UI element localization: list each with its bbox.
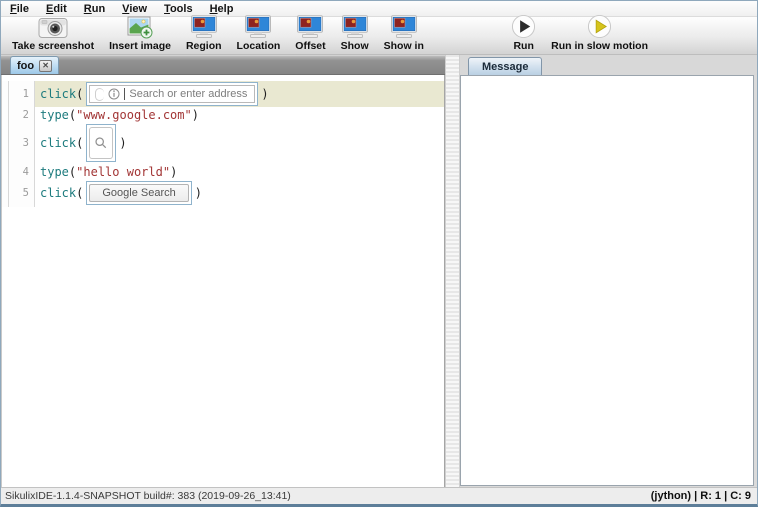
token-paren: ) bbox=[194, 186, 202, 200]
run-slow-icon bbox=[587, 14, 612, 39]
toolbar-button-label: Insert image bbox=[109, 40, 171, 52]
code-editor[interactable]: 1 click(Search or enter address) 2 type(… bbox=[1, 75, 445, 487]
gutter-strip bbox=[2, 81, 9, 107]
token-string: "hello world" bbox=[76, 164, 171, 179]
token-function: type bbox=[40, 107, 69, 122]
token-paren: ( bbox=[76, 87, 84, 101]
toolbar-button-offset[interactable]: Offset bbox=[290, 14, 330, 52]
line-number: 3 bbox=[9, 122, 35, 164]
status-position-text: (jython) | R: 1 | C: 9 bbox=[650, 490, 751, 502]
sikulix-ide-window: File Edit Run View Tools Help Take scree… bbox=[0, 0, 758, 507]
monitor-region-icon bbox=[390, 14, 418, 39]
toolbar-button-run-slow-motion[interactable]: Run in slow motion bbox=[546, 14, 653, 52]
status-version-text: SikulixIDE-1.1.4-SNAPSHOT build#: 383 (2… bbox=[5, 490, 291, 502]
message-output-area[interactable] bbox=[460, 75, 754, 486]
code-line-1: 1 click( Search or enter address) bbox=[2, 81, 444, 107]
gutter-strip bbox=[2, 107, 9, 122]
toolbar-button-show[interactable]: Show bbox=[336, 14, 374, 52]
token-function: type bbox=[40, 164, 69, 179]
token-string: "www.google.com" bbox=[76, 107, 192, 122]
run-icon bbox=[511, 14, 536, 39]
toolbar-button-label: Run bbox=[513, 40, 534, 52]
line-number: 4 bbox=[9, 164, 35, 179]
token-paren: ( bbox=[68, 164, 77, 179]
toolbar-button-region[interactable]: Region bbox=[181, 14, 227, 52]
token-paren: ) bbox=[261, 87, 269, 101]
tab-message-label: Message bbox=[482, 60, 529, 73]
image-thumbnail-address-bar[interactable]: Search or enter address bbox=[86, 82, 259, 106]
address-bar-snippet: Search or enter address bbox=[89, 85, 256, 103]
toolbar-button-label: Take screenshot bbox=[12, 40, 95, 52]
message-pane: Message bbox=[460, 55, 757, 487]
line-number: 5 bbox=[9, 179, 35, 207]
editor-pane: foo ✕ 1 click(Search or enter address) 2… bbox=[1, 55, 445, 487]
main-area: foo ✕ 1 click(Search or enter address) 2… bbox=[1, 55, 757, 487]
toolbar-button-show-in[interactable]: Show in bbox=[379, 14, 429, 52]
line-number: 2 bbox=[9, 107, 35, 122]
identity-pill bbox=[95, 87, 105, 101]
monitor-region-icon bbox=[190, 14, 218, 39]
camera-icon bbox=[38, 14, 68, 39]
gutter-strip bbox=[2, 164, 9, 179]
toolbar-button-run[interactable]: Run bbox=[506, 14, 541, 52]
toolbar-button-label: Region bbox=[185, 40, 222, 52]
editor-tab-bar: foo ✕ bbox=[1, 55, 445, 75]
text-caret bbox=[124, 88, 126, 100]
toolbar-button-label: Location bbox=[236, 40, 281, 52]
token-paren: ( bbox=[76, 186, 84, 200]
toolbar-button-location[interactable]: Location bbox=[232, 14, 286, 52]
toolbar-button-label: Show in bbox=[383, 40, 424, 52]
tab-message[interactable]: Message bbox=[468, 57, 543, 75]
monitor-region-icon bbox=[244, 14, 272, 39]
magnifier-icon bbox=[95, 137, 107, 149]
code-line-2: 2 type("www.google.com") bbox=[2, 107, 444, 122]
toolbar-button-take-screenshot[interactable]: Take screenshot bbox=[7, 14, 99, 52]
code-line-3: 3 click() bbox=[2, 122, 444, 164]
image-thumbnail-google-search[interactable]: Google Search bbox=[86, 181, 192, 205]
toolbar-button-label: Run in slow motion bbox=[551, 40, 648, 52]
token-paren: ( bbox=[76, 136, 84, 150]
close-icon[interactable]: ✕ bbox=[39, 59, 53, 72]
code-line-5: 5 click( Google Search) bbox=[2, 179, 444, 207]
tab-foo[interactable]: foo ✕ bbox=[10, 56, 60, 74]
toolbar-button-insert-image[interactable]: Insert image bbox=[104, 14, 176, 52]
toolbar-button-label: Offset bbox=[295, 40, 326, 52]
token-paren: ) bbox=[170, 164, 178, 179]
token-function: click bbox=[40, 136, 77, 150]
info-icon bbox=[108, 88, 120, 100]
toolbar-button-label: Show bbox=[340, 40, 369, 52]
search-button-snippet bbox=[89, 127, 114, 159]
message-tab-bar: Message bbox=[460, 55, 757, 75]
monitor-region-icon bbox=[341, 14, 369, 39]
code-content: click() bbox=[35, 122, 444, 164]
address-bar-placeholder: Search or enter address bbox=[129, 88, 248, 100]
tab-foo-label: foo bbox=[17, 59, 35, 72]
status-bar: SikulixIDE-1.1.4-SNAPSHOT build#: 383 (2… bbox=[1, 487, 757, 504]
code-content: click( Search or enter address) bbox=[35, 81, 444, 107]
insert-image-icon bbox=[127, 14, 153, 39]
gutter-strip bbox=[2, 179, 9, 207]
token-function: click bbox=[40, 87, 77, 101]
code-content: type("www.google.com") bbox=[35, 107, 444, 122]
code-content: click( Google Search) bbox=[35, 179, 444, 207]
code-line-4: 4 type("hello world") bbox=[2, 164, 444, 179]
line-number: 1 bbox=[9, 81, 35, 107]
monitor-region-icon bbox=[296, 14, 324, 39]
token-paren: ( bbox=[68, 107, 77, 122]
image-thumbnail-magnifier[interactable] bbox=[86, 124, 117, 162]
gutter-strip bbox=[2, 122, 9, 164]
google-search-button-snippet: Google Search bbox=[89, 184, 189, 202]
toolbar: Take screenshot Insert image Region Loca… bbox=[1, 14, 757, 55]
token-paren: ) bbox=[191, 107, 199, 122]
code-content: type("hello world") bbox=[35, 164, 444, 179]
pane-splitter[interactable] bbox=[445, 55, 460, 487]
token-paren: ) bbox=[119, 136, 127, 150]
token-function: click bbox=[40, 186, 77, 200]
